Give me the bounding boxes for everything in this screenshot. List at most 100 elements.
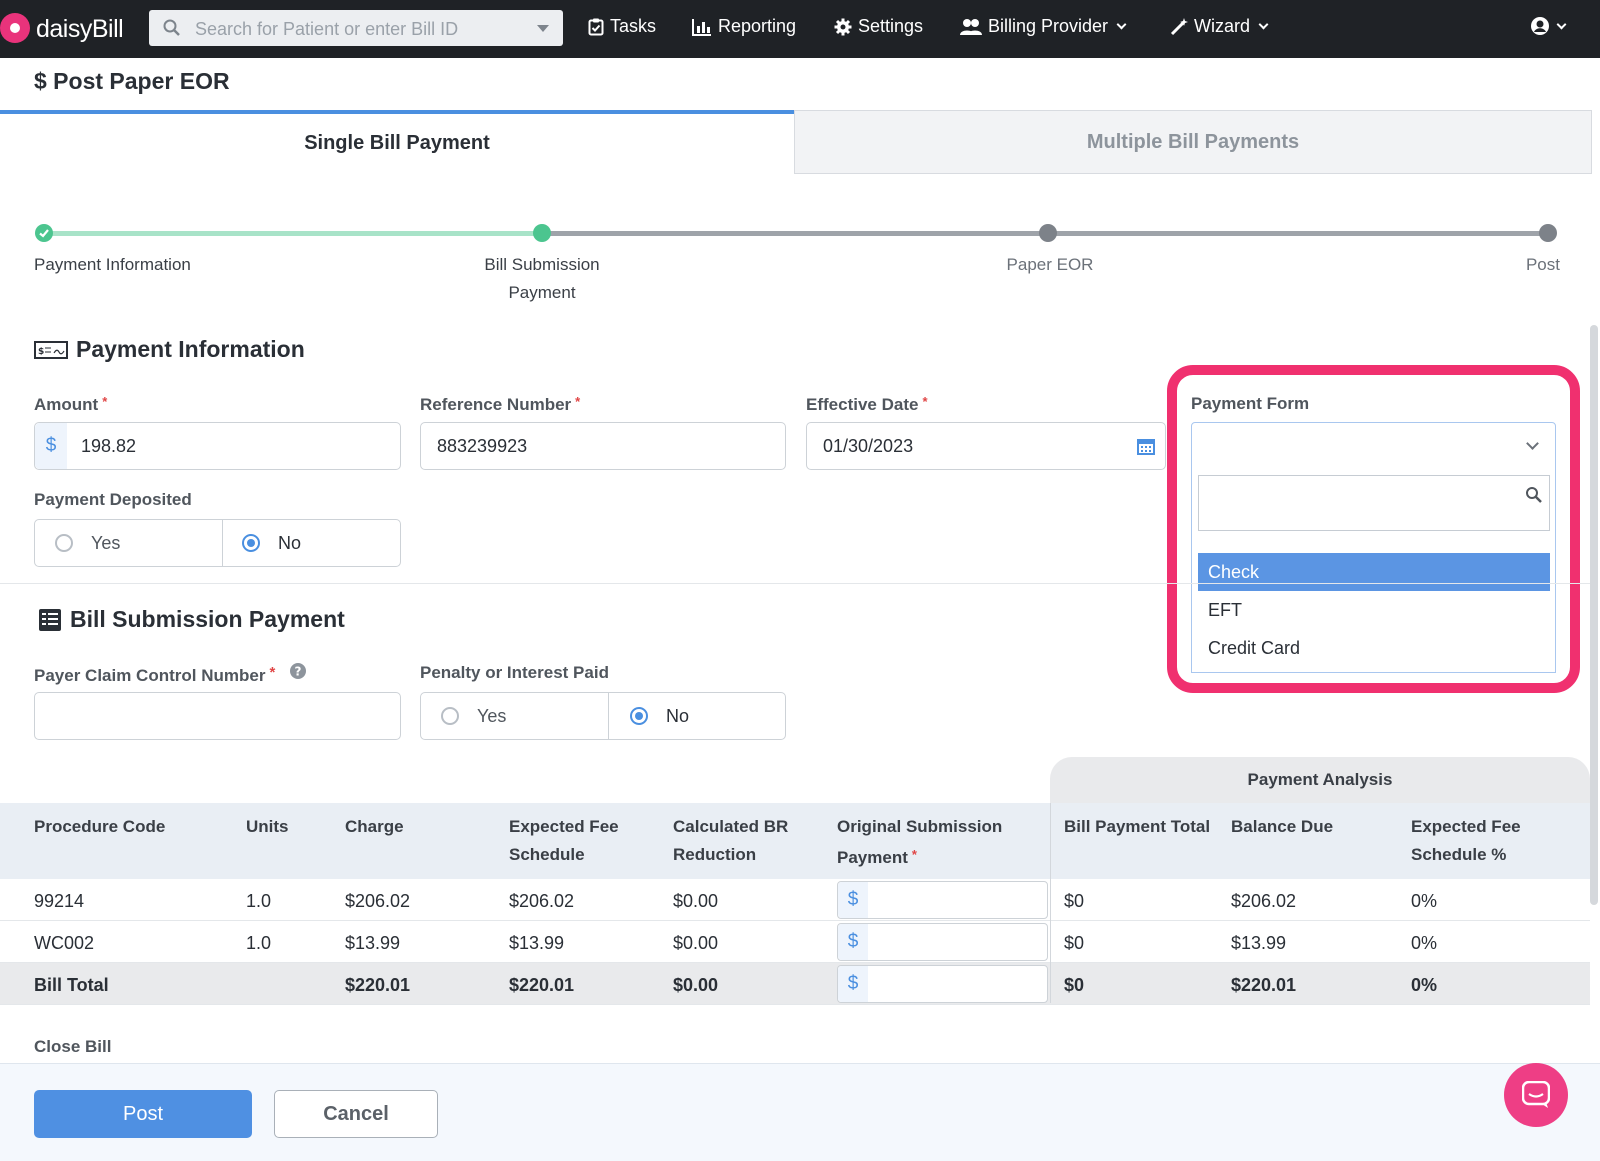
nav-billing-provider[interactable]: Billing Provider xyxy=(960,16,1127,37)
post-button[interactable]: Post xyxy=(34,1090,252,1138)
brand-logo[interactable]: daisyBill xyxy=(0,12,132,46)
stepper-line-complete xyxy=(44,231,542,236)
cell-charge-total: $220.01 xyxy=(345,975,411,995)
cell-expected-fee-schedule: $206.02 xyxy=(509,891,575,911)
required-asterisk: * xyxy=(922,394,928,409)
cancel-button[interactable]: Cancel xyxy=(274,1090,438,1138)
radio-divider xyxy=(608,693,609,739)
deposited-yes-option[interactable]: Yes xyxy=(55,520,120,566)
payment-deposited-label: Payment Deposited xyxy=(34,490,192,509)
col-calculated-br-reduction: Calculated BR Reduction xyxy=(673,817,789,864)
cell-expected-fee-pct: 0% xyxy=(1411,933,1438,953)
required-asterisk: * xyxy=(575,394,581,409)
table-row: 99214 1.0 $206.02 $206.02 $0.00 $ $0 $20… xyxy=(0,879,1590,921)
tab-single-bill-payment[interactable]: Single Bill Payment xyxy=(0,110,794,174)
cell-expected-fee-schedule: $13.99 xyxy=(509,933,565,953)
magic-wand-icon xyxy=(1170,17,1188,35)
effective-date-field[interactable]: 01/30/2023 xyxy=(806,422,1166,470)
caret-down-icon[interactable] xyxy=(537,25,549,32)
step-complete-check-icon xyxy=(35,224,53,242)
payment-analysis-separator xyxy=(1050,803,1051,1003)
table-list-icon xyxy=(39,608,61,631)
table-row: WC002 1.0 $13.99 $13.99 $0.00 $ $0 $13.9… xyxy=(0,921,1590,963)
payer-claim-control-number-label: Payer Claim Control Number * ? xyxy=(34,663,307,686)
dollar-prefix: $ xyxy=(838,882,868,918)
penalty-interest-radio-group: Yes No xyxy=(420,692,786,740)
radio-divider xyxy=(222,520,223,566)
cell-charge: $206.02 xyxy=(345,891,411,911)
step-label-paper-eor: Paper EOR xyxy=(1006,255,1094,274)
cell-expected-fee-pct-total: 0% xyxy=(1411,975,1438,995)
chevron-down-icon xyxy=(1116,19,1127,30)
scrollbar[interactable] xyxy=(1590,325,1598,905)
cell-br-reduction: $0.00 xyxy=(673,933,719,953)
radio-button[interactable] xyxy=(55,534,73,552)
nav-reporting-label: Reporting xyxy=(718,16,797,36)
dropdown-option-check[interactable]: Check xyxy=(1198,553,1550,591)
dropdown-option-credit-card[interactable]: Credit Card xyxy=(1198,629,1550,667)
cell-units: 1.0 xyxy=(246,891,272,911)
payer-claim-control-number-field[interactable] xyxy=(34,692,401,740)
col-original-submission-payment: Original Submission Payment * xyxy=(837,813,1037,872)
bill-submission-payment-heading: Bill Submission Payment xyxy=(38,606,345,633)
reference-number-field[interactable]: 883239923 xyxy=(420,422,786,470)
nav-settings-label: Settings xyxy=(858,16,924,36)
dollar-prefix: $ xyxy=(35,423,67,469)
section-title: Payment Information xyxy=(76,336,305,362)
penalty-interest-label: Penalty or Interest Paid xyxy=(420,663,609,682)
col-bill-payment-total: Bill Payment Total xyxy=(1064,817,1211,836)
dropdown-option-eft[interactable]: EFT xyxy=(1198,591,1550,629)
search-input[interactable]: Search for Patient or enter Bill ID xyxy=(149,10,563,46)
radio-button[interactable] xyxy=(441,707,459,725)
original-submission-payment-input[interactable]: $ xyxy=(837,881,1048,919)
user-circle-icon xyxy=(1531,17,1549,35)
col-expected-fee-schedule: Expected Fee Schedule xyxy=(509,817,619,864)
required-asterisk: * xyxy=(102,394,108,409)
original-submission-payment-input[interactable]: $ xyxy=(837,923,1048,961)
chevron-down-icon xyxy=(1526,437,1539,450)
deposited-no-option[interactable]: No xyxy=(242,520,301,566)
calendar-icon[interactable] xyxy=(1137,437,1155,455)
nav-reporting[interactable]: Reporting xyxy=(692,16,796,37)
search-placeholder: Search for Patient or enter Bill ID xyxy=(195,19,459,39)
payment-information-heading: $ Payment Information xyxy=(34,336,305,363)
tab-multiple-bill-payments[interactable]: Multiple Bill Payments xyxy=(794,110,1592,174)
nav-wizard[interactable]: Wizard xyxy=(1170,16,1269,37)
dropdown-search-input[interactable] xyxy=(1198,475,1550,531)
original-submission-payment-total-input[interactable]: $ xyxy=(837,965,1048,1003)
radio-label: Yes xyxy=(477,705,507,726)
pccn-label-text: Payer Claim Control Number xyxy=(34,666,266,685)
radio-button-selected[interactable] xyxy=(242,534,260,552)
user-menu[interactable] xyxy=(1530,16,1567,36)
table-total-row: Bill Total $220.01 $220.01 $0.00 $ $0 $2… xyxy=(0,963,1590,1005)
daisy-flower-icon xyxy=(0,13,30,43)
required-asterisk: * xyxy=(269,664,276,681)
cell-balance-due: $206.02 xyxy=(1231,891,1297,911)
chat-launcher-button[interactable] xyxy=(1504,1063,1568,1127)
nav-billing-provider-label: Billing Provider xyxy=(988,16,1109,36)
penalty-yes-option[interactable]: Yes xyxy=(441,693,506,739)
radio-button-selected[interactable] xyxy=(630,707,648,725)
payment-deposited-radio-group: Yes No xyxy=(34,519,401,567)
payment-form-select[interactable] xyxy=(1191,422,1556,472)
users-icon xyxy=(960,18,982,35)
amount-field[interactable]: $ 198.82 xyxy=(34,422,401,470)
cell-bill-total-label: Bill Total xyxy=(34,975,109,995)
col-label: Original Submission Payment xyxy=(837,817,1003,867)
nav-tasks[interactable]: Tasks xyxy=(588,16,656,37)
col-units: Units xyxy=(246,817,289,836)
cell-expected-fee-pct: 0% xyxy=(1411,891,1438,911)
section-title: Bill Submission Payment xyxy=(70,606,345,632)
effective-date-value: 01/30/2023 xyxy=(823,436,914,456)
help-question-icon[interactable]: ? xyxy=(290,663,307,679)
svg-text:$: $ xyxy=(38,347,44,357)
col-balance-due: Balance Due xyxy=(1231,817,1334,836)
cell-procedure-code: WC002 xyxy=(34,933,95,953)
effective-date-label: Effective Date * xyxy=(806,394,928,415)
nav-settings[interactable]: Settings xyxy=(834,16,923,37)
step-current-dot xyxy=(533,224,551,242)
payment-form-dropdown: Check EFT Credit Card xyxy=(1191,471,1556,673)
tab-label: Single Bill Payment xyxy=(304,132,490,154)
penalty-no-option[interactable]: No xyxy=(630,693,689,739)
page-title: $ Post Paper EOR xyxy=(34,68,230,94)
